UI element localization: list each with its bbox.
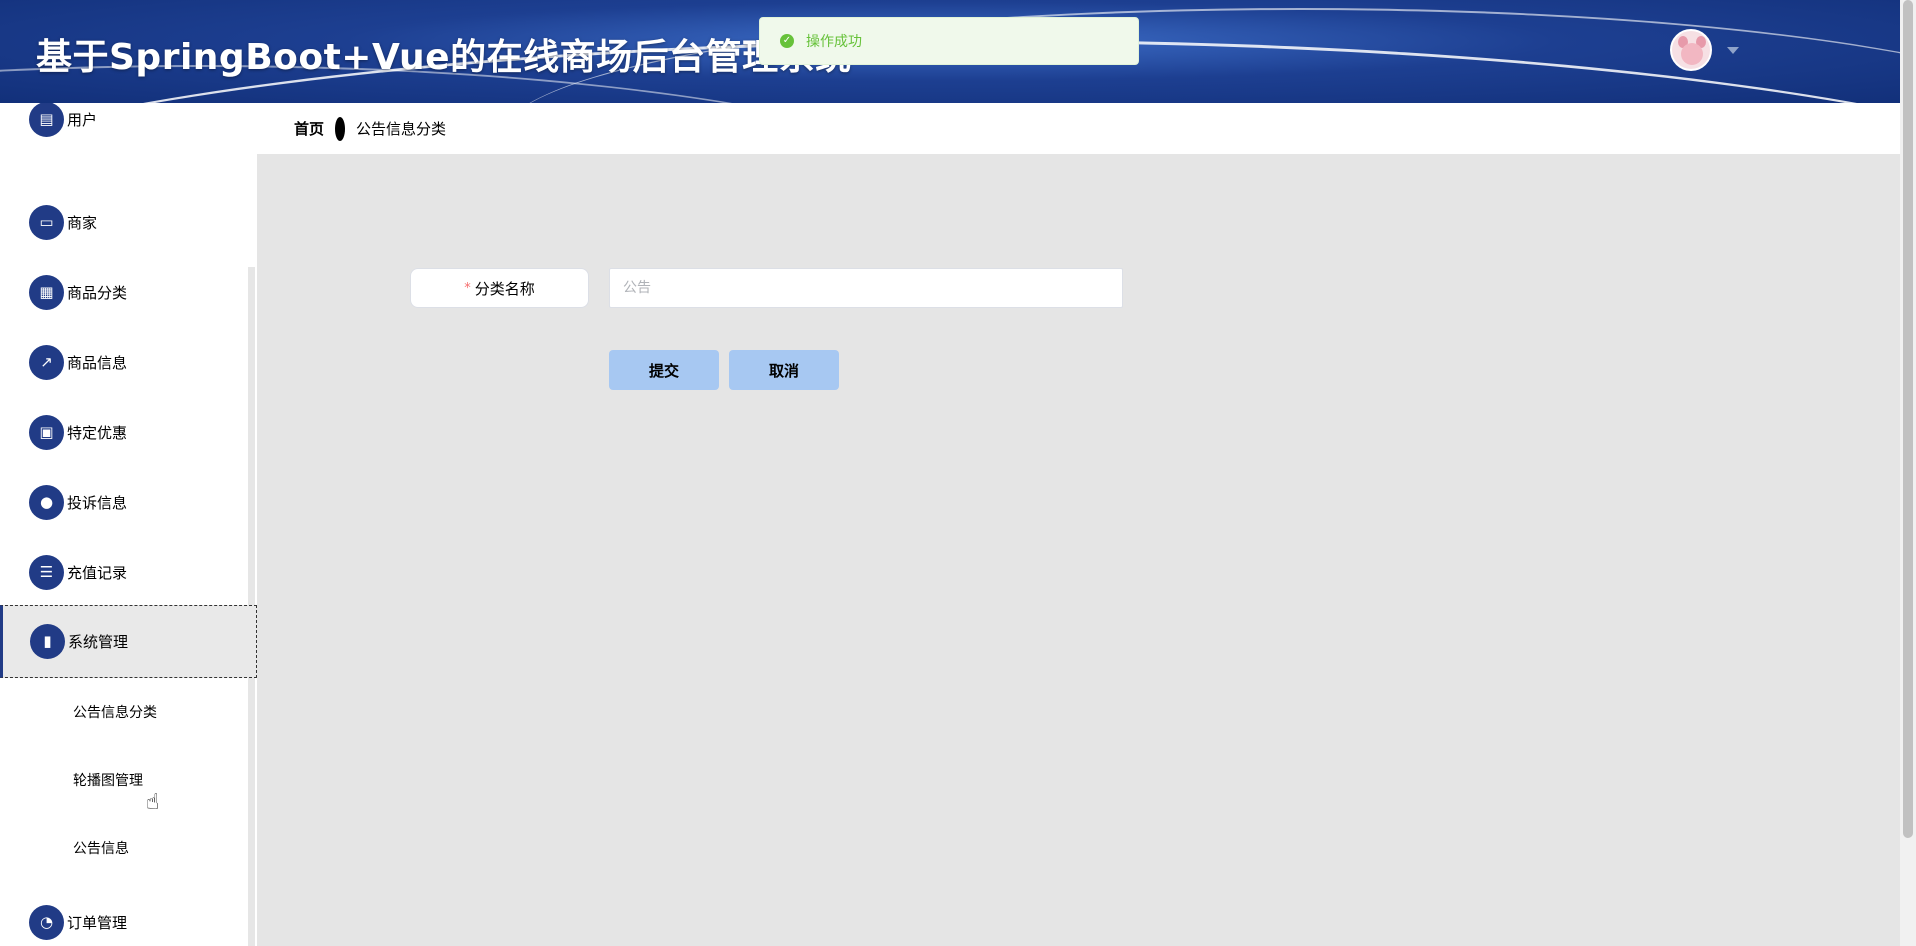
monitor-icon: ▭ <box>29 204 64 240</box>
chart-line-icon: ↗ <box>29 344 64 380</box>
sidebar-item-categories[interactable]: ▦ 商品分类 <box>0 257 257 327</box>
sidebar-item-label: 充值记录 <box>67 563 128 582</box>
page-scrollbar-thumb[interactable] <box>1903 0 1913 838</box>
form-label-text: 分类名称 <box>474 279 535 298</box>
clipboard-icon: ▣ <box>29 414 64 450</box>
sidebar-item-offers[interactable]: ▣ 特定优惠 <box>0 397 257 467</box>
sidebar-item-users[interactable]: ▤ 用户 <box>0 103 257 154</box>
sidebar-item-label: 投诉信息 <box>67 493 128 512</box>
sidebar: ▤ 用户 ▭ 商家 ▦ 商品分类 ↗ 商品信息 ▣ 特定优惠 ● 投诉信息 ☰ … <box>0 103 257 946</box>
hand-cursor-icon: ☝ <box>146 790 160 815</box>
submenu-item-notice-category[interactable]: 公告信息分类 <box>73 702 157 722</box>
chevron-down-icon[interactable] <box>1727 47 1739 54</box>
sidebar-item-label: 订单管理 <box>67 913 128 932</box>
toast-message: 操作成功 <box>806 34 862 50</box>
page-scrollbar[interactable] <box>1900 0 1916 946</box>
bulb-icon: ◔ <box>29 904 64 940</box>
list-icon: ▤ <box>29 103 64 137</box>
required-mark: * <box>464 280 471 296</box>
sidebar-item-orders[interactable]: ◔ 订单管理 <box>0 887 257 946</box>
sidebar-item-label: 商品分类 <box>67 283 128 302</box>
sidebar-item-label: 商品信息 <box>67 353 128 372</box>
breadcrumb-home[interactable]: 首页 <box>294 118 324 139</box>
grid-icon: ▦ <box>29 274 64 310</box>
submenu-item-carousel[interactable]: 轮播图管理 <box>73 770 143 790</box>
breadcrumb-separator-icon <box>335 116 346 141</box>
sidebar-item-label: 用户 <box>67 110 98 129</box>
app-title: 基于SpringBoot+Vue的在线商场后台管理系统 <box>36 37 852 78</box>
sidebar-item-recharge[interactable]: ☰ 充值记录 <box>0 537 257 607</box>
category-name-label: * 分类名称 <box>410 268 589 308</box>
breadcrumb-current: 公告信息分类 <box>356 120 447 138</box>
sidebar-item-label: 商家 <box>67 213 98 232</box>
sidebar-item-products[interactable]: ↗ 商品信息 <box>0 327 257 397</box>
check-circle-icon: ✓ <box>780 34 794 48</box>
breadcrumb: 首页 公告信息分类 <box>257 103 1900 154</box>
sidebar-item-label: 特定优惠 <box>67 423 128 442</box>
sidebar-item-system[interactable]: ▮ 系统管理 <box>0 605 257 678</box>
submenu-item-notice[interactable]: 公告信息 <box>73 838 129 858</box>
submit-button[interactable]: 提交 <box>609 350 719 390</box>
sidebar-item-merchants[interactable]: ▭ 商家 <box>0 187 257 257</box>
bar-chart-icon: ▮ <box>30 624 65 659</box>
cancel-button[interactable]: 取消 <box>729 350 839 390</box>
sidebar-item-label: 系统管理 <box>68 633 129 651</box>
user-icon: ● <box>29 484 64 520</box>
category-name-input[interactable] <box>609 268 1123 308</box>
success-toast: ✓ 操作成功 <box>759 17 1139 65</box>
tickets-icon: ☰ <box>29 554 64 590</box>
avatar[interactable] <box>1670 29 1712 71</box>
sidebar-item-complaints[interactable]: ● 投诉信息 <box>0 467 257 537</box>
